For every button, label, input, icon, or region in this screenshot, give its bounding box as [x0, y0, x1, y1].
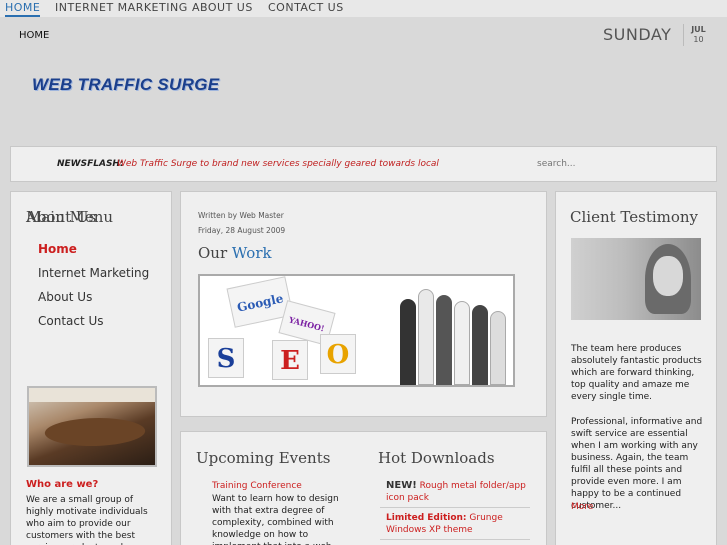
main-menu-panel: Main Menu Home Internet Marketing About … — [10, 191, 172, 545]
event-link[interactable]: Training Conference — [212, 481, 302, 491]
article-author: Written by Web Master — [198, 211, 284, 220]
team-person — [472, 305, 488, 385]
team-person — [454, 301, 470, 385]
client-testimony-heading: Client Testimony — [570, 208, 699, 226]
more-link[interactable]: More — [571, 502, 593, 512]
nav-contact-us[interactable]: CONTACT US — [268, 1, 344, 14]
testimony-paragraph-1: The team here produces absolutely fantas… — [571, 344, 702, 402]
newsflash-text[interactable]: Web Traffic Surge to brand new services … — [117, 159, 439, 169]
nav-about-us[interactable]: ABOUT US — [192, 1, 253, 14]
photo-window — [29, 388, 155, 402]
breadcrumb[interactable]: HOME — [19, 30, 49, 41]
download-tag: NEW! — [386, 480, 417, 491]
site-logo[interactable]: WEB TRAFFIC SURGE — [32, 75, 219, 95]
testimony-paragraph-2: Professional, informative and swift serv… — [571, 417, 703, 511]
events-downloads-panel: Upcoming Events Hot Downloads Training C… — [180, 431, 547, 545]
about-heading: About Us — [26, 208, 97, 226]
article-title: Our Work — [198, 244, 272, 262]
boardroom-photo — [27, 386, 157, 467]
about-text: We are a small group of highly motivate … — [26, 495, 148, 545]
seo-cube-s: S — [208, 338, 244, 378]
article-title-prefix: Our — [198, 244, 232, 262]
search-input[interactable] — [537, 156, 677, 172]
seo-cube-e: E — [272, 340, 308, 380]
download-divider — [380, 507, 530, 508]
article-title-highlight: Work — [231, 244, 272, 262]
menu-item-about-us[interactable]: About Us — [38, 290, 92, 304]
newsflash-bar: NEWSFLASH: Web Traffic Surge to brand ne… — [10, 146, 717, 182]
day-name: SUNDAY — [603, 25, 672, 44]
upcoming-events-heading: Upcoming Events — [196, 449, 331, 467]
client-photo — [571, 238, 701, 320]
article-panel: Written by Web Master Friday, 28 August … — [180, 191, 547, 417]
client-testimony-panel: Client Testimony The team here produces … — [555, 191, 717, 545]
date-box: JUL 10 — [683, 24, 713, 46]
photo-face — [653, 256, 683, 296]
event-text: Want to learn how to design with that ex… — [212, 494, 339, 545]
date-month: JUL — [691, 25, 706, 34]
download-tag: Limited Edition: — [386, 513, 467, 523]
download-divider — [380, 539, 530, 540]
team-person — [418, 289, 434, 385]
nav-internet-marketing[interactable]: INTERNET MARKETING — [55, 1, 188, 14]
menu-item-internet-marketing[interactable]: Internet Marketing — [38, 266, 149, 280]
article-date: Friday, 28 August 2009 — [198, 226, 286, 235]
team-person — [490, 311, 506, 385]
menu-item-home[interactable]: Home — [38, 242, 77, 256]
photo-table — [41, 418, 149, 446]
date-day: 10 — [693, 35, 704, 44]
team-person — [436, 295, 452, 385]
nav-home[interactable]: HOME — [5, 1, 41, 17]
team-person — [400, 299, 416, 385]
newsflash-label: NEWSFLASH: — [57, 159, 124, 169]
top-navigation: HOME INTERNET MARKETING ABOUT US CONTACT… — [0, 0, 727, 17]
who-are-we-heading: Who are we? — [26, 479, 99, 490]
seo-cube-o: O — [320, 334, 356, 374]
seo-team-image: Google YAHOO! S E O — [198, 274, 515, 387]
download-item[interactable]: NEW! Rough metal folder/app icon pack — [386, 480, 536, 504]
download-item[interactable]: Limited Edition: Grunge Windows XP theme — [386, 512, 536, 536]
hot-downloads-heading: Hot Downloads — [378, 449, 495, 467]
menu-item-contact-us[interactable]: Contact Us — [38, 314, 104, 328]
